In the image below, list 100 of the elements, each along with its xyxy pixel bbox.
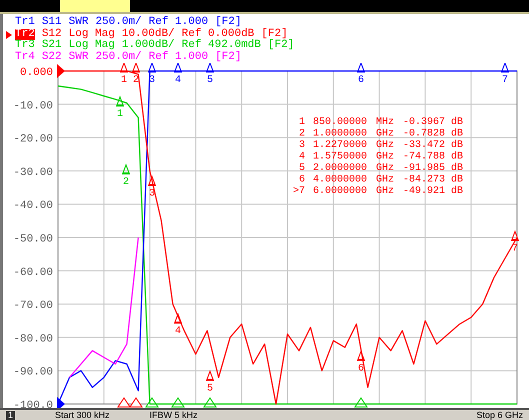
marker-value-unit: dB <box>451 174 464 186</box>
status-text: Start 300 kHz <box>55 410 110 420</box>
y-axis-label: 0.000 <box>20 67 53 79</box>
trace-name[interactable]: Tr2 <box>15 28 35 40</box>
trace-scale[interactable]: 1.000dB/ <box>122 40 175 52</box>
marker-number: 5 <box>207 75 213 86</box>
marker-flag-icon[interactable] <box>510 231 520 241</box>
marker-frequency-unit: GHz <box>376 152 394 162</box>
trace-channel: [F2] <box>261 28 288 40</box>
marker-frequency-unit: MHz <box>376 117 394 128</box>
marker-frequency: 1.2270000 <box>313 140 368 151</box>
marker-value: -84.273 <box>403 174 446 186</box>
marker-number: 6 <box>358 363 364 374</box>
marker-value: -0.7828 <box>403 128 446 140</box>
trace-channel: [F2] <box>215 52 242 63</box>
marker-frequency-unit: GHz <box>376 186 394 197</box>
marker-value-unit: dB <box>451 140 464 151</box>
trace-scale[interactable]: 10.00dB/ <box>122 28 175 40</box>
marker-value-unit: dB <box>451 128 464 140</box>
marker-number: 2 <box>123 176 129 188</box>
marker-value: -91.985 <box>403 163 446 174</box>
marker-label: 4 <box>298 152 305 162</box>
status-text: IFBW 5 kHz <box>150 410 198 420</box>
marker-flag-icon[interactable] <box>174 314 182 324</box>
marker-flag-icon[interactable] <box>132 63 140 72</box>
reference-level-icon[interactable] <box>57 397 65 408</box>
y-axis-label: -20.00 <box>13 134 53 146</box>
y-axis-label: -10.00 <box>13 100 53 112</box>
trace-format[interactable]: Log Mag <box>68 28 115 40</box>
marker-number: 1 <box>117 108 123 120</box>
marker-frequency: 1.5750000 <box>313 152 368 162</box>
marker-flag-icon[interactable] <box>206 370 214 381</box>
reference-level-icon[interactable] <box>57 64 65 78</box>
trace-reference[interactable]: Ref 0.000dB <box>182 28 254 40</box>
marker-frequency-unit: GHz <box>376 163 394 174</box>
channel-number: 1 <box>6 410 16 420</box>
trace-name[interactable]: Tr1 <box>15 17 35 28</box>
trace-name[interactable]: Tr4 <box>15 52 35 63</box>
marker-flag-icon[interactable] <box>116 96 124 106</box>
trace-channel: [F2] <box>268 40 294 52</box>
trace-reference[interactable]: Ref 492.0mdB <box>182 40 261 52</box>
trace-reference[interactable]: Ref 1.000 <box>148 52 208 63</box>
y-axis-label: -90.00 <box>13 366 53 379</box>
marker-number: 5 <box>207 383 213 394</box>
marker-number: 7 <box>502 75 508 86</box>
marker-value-unit: dB <box>451 163 464 174</box>
marker-value: -33.472 <box>403 140 446 151</box>
marker-number: 4 <box>175 326 181 338</box>
y-axis-label: -40.00 <box>13 200 53 212</box>
marker-label: 6 <box>298 174 305 186</box>
trace-name[interactable]: Tr3 <box>15 40 35 52</box>
marker-flag-icon[interactable] <box>122 164 130 174</box>
marker-number: 3 <box>149 188 155 200</box>
y-axis-label: -60.00 <box>13 266 53 279</box>
marker-flag-icon[interactable] <box>148 63 156 72</box>
marker-value-unit: dB <box>451 117 464 128</box>
marker-label: >7 <box>292 186 305 197</box>
marker-value-unit: dB <box>451 186 464 197</box>
trace-channel: [F2] <box>215 17 242 28</box>
marker-number: 7 <box>512 244 518 254</box>
trace-parameter[interactable]: S12 <box>42 28 62 40</box>
marker-frequency: 6.0000000 <box>313 186 368 197</box>
y-axis-label: -80.00 <box>13 333 53 346</box>
marker-label: 1 <box>298 117 305 128</box>
marker-flag-icon[interactable] <box>174 63 182 72</box>
marker-number: 6 <box>358 75 364 86</box>
marker-value: -74.788 <box>403 152 446 162</box>
marker-flag-icon[interactable] <box>500 63 510 72</box>
marker-number: 4 <box>175 75 181 86</box>
marker-flag-icon[interactable] <box>206 63 214 72</box>
trace-scale[interactable]: 250.0m/ <box>95 52 142 63</box>
marker-label: 2 <box>298 128 305 140</box>
trace-format[interactable]: Log Mag <box>68 40 115 52</box>
marker-flag-icon[interactable] <box>148 176 156 186</box>
marker-frequency: 4.0000000 <box>313 174 368 186</box>
y-axis-label: -70.00 <box>13 300 53 312</box>
marker-label: 3 <box>298 140 305 151</box>
marker-frequency-unit: GHz <box>376 128 394 140</box>
marker-label: 5 <box>298 163 305 174</box>
marker-flag-icon[interactable] <box>356 63 366 72</box>
marker-number: 2 <box>133 75 139 86</box>
marker-number: 3 <box>149 75 155 86</box>
trace-parameter[interactable]: S22 <box>42 52 62 63</box>
trace-parameter[interactable]: S21 <box>42 40 62 52</box>
trace-scale[interactable]: 250.0m/ <box>95 17 142 28</box>
trace-reference[interactable]: Ref 1.000 <box>148 17 208 28</box>
marker-number: 1 <box>121 75 127 86</box>
y-axis-label: -30.00 <box>13 166 53 179</box>
trace-parameter[interactable]: S11 <box>42 17 62 28</box>
marker-value-unit: dB <box>451 152 464 162</box>
marker-frequency-unit: GHz <box>376 174 394 186</box>
marker-flag-icon[interactable] <box>120 63 128 72</box>
marker-frequency-unit: GHz <box>376 140 394 151</box>
marker-frequency: 2.0000000 <box>313 163 368 174</box>
status-text: Stop 6 GHz <box>476 410 523 420</box>
trace-format[interactable]: SWR <box>68 17 88 28</box>
marker-flag-icon[interactable] <box>356 350 366 361</box>
marker-value: -0.3967 <box>403 117 446 128</box>
y-axis-label: -50.00 <box>13 234 53 246</box>
trace-format[interactable]: SWR <box>68 52 88 63</box>
